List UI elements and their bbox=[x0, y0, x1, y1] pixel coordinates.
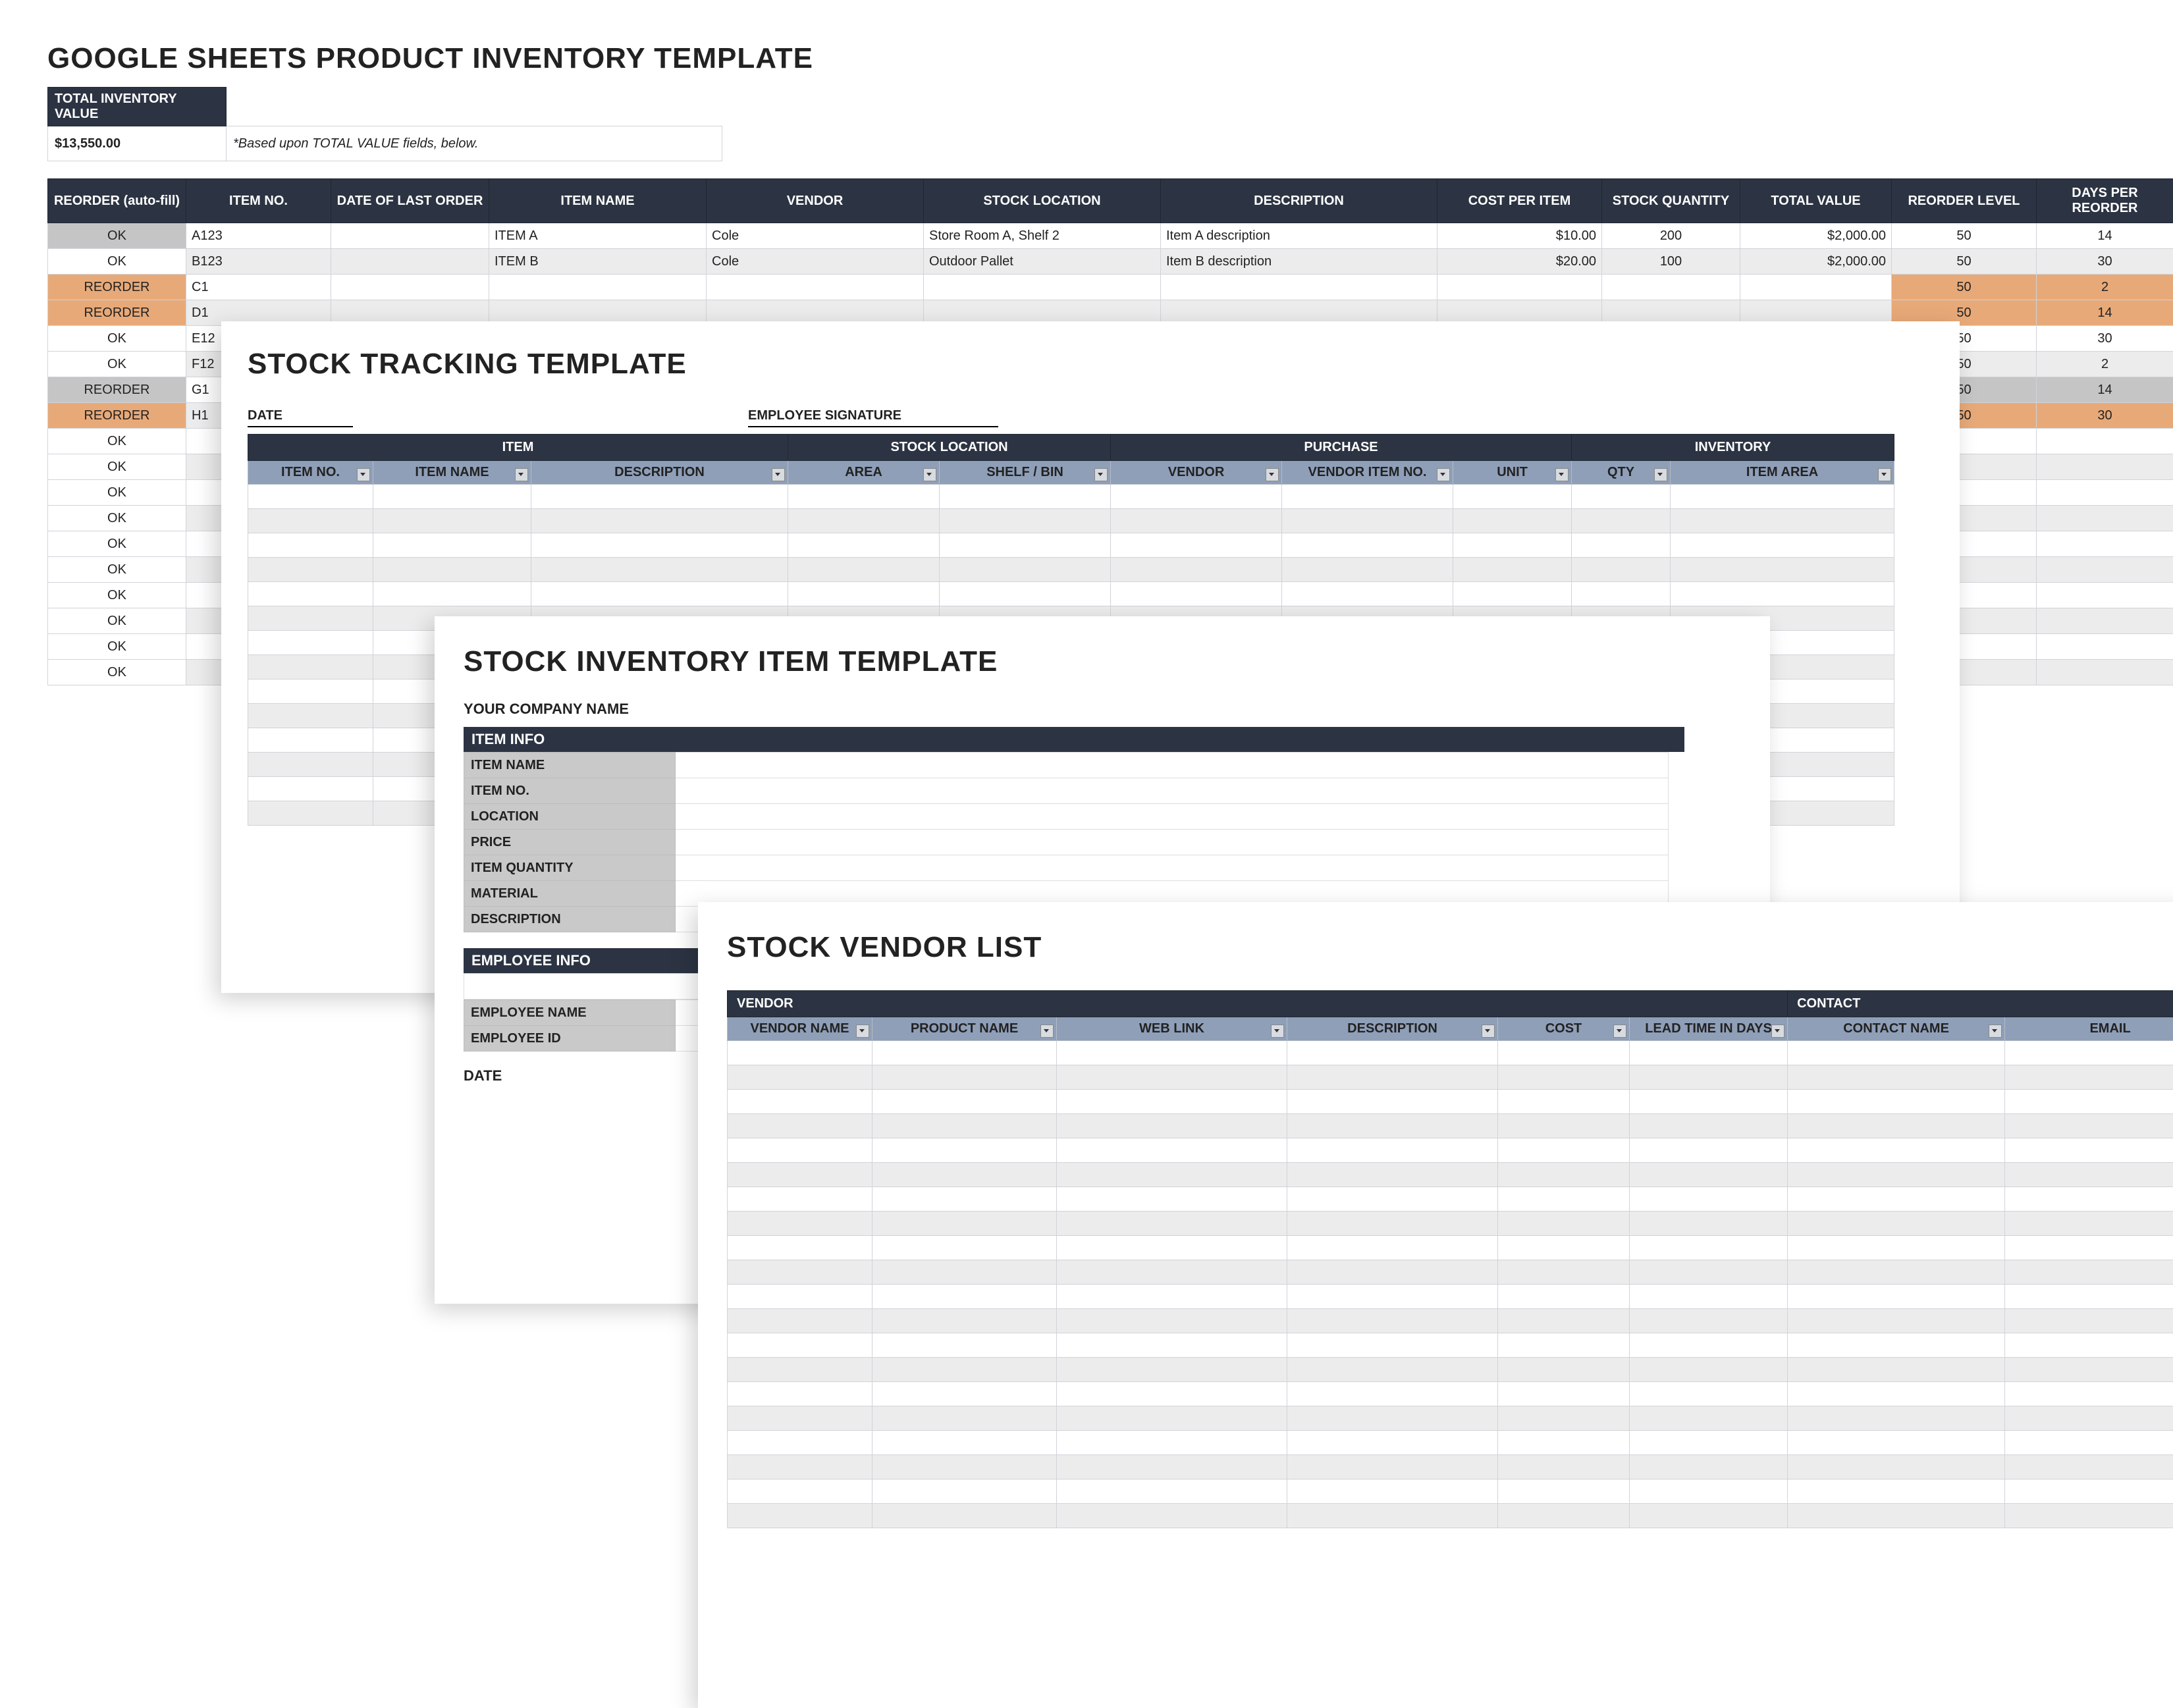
tiv-note: *Based upon TOTAL VALUE fields, below. bbox=[227, 126, 722, 161]
filter-icon[interactable] bbox=[923, 468, 936, 481]
item-info-hdr: ITEM INFO bbox=[464, 727, 1684, 752]
table-row[interactable] bbox=[728, 1382, 2173, 1406]
filter-icon[interactable] bbox=[1654, 468, 1667, 481]
table-row[interactable] bbox=[728, 1114, 2173, 1138]
vendor-table: VENDOR CONTACT VENDOR NAME PRODUCT NAME … bbox=[727, 990, 2173, 1528]
table-row[interactable] bbox=[728, 1455, 2173, 1480]
col-reorder[interactable]: REORDER (auto-fill) bbox=[48, 179, 186, 223]
table-row[interactable] bbox=[728, 1138, 2173, 1163]
filter-icon[interactable] bbox=[1555, 468, 1569, 481]
table-row[interactable] bbox=[728, 1309, 2173, 1333]
table-row[interactable] bbox=[728, 1260, 2173, 1285]
vcol-cname[interactable]: CONTACT NAME bbox=[1788, 1017, 2005, 1041]
tcol-itemname[interactable]: ITEM NAME bbox=[373, 461, 531, 485]
table-row[interactable]: OKA123ITEM AColeStore Room A, Shelf 2Ite… bbox=[48, 223, 2173, 249]
col-days[interactable]: DAYS PER REORDER bbox=[2037, 179, 2173, 223]
filter-icon[interactable] bbox=[1482, 1025, 1495, 1038]
vcol-pname[interactable]: PRODUCT NAME bbox=[872, 1017, 1057, 1041]
filter-icon[interactable] bbox=[515, 468, 528, 481]
grp-loc: STOCK LOCATION bbox=[788, 435, 1111, 461]
tiv-header: TOTAL INVENTORY VALUE bbox=[48, 88, 227, 126]
filter-icon[interactable] bbox=[1271, 1025, 1284, 1038]
company-name: YOUR COMPANY NAME bbox=[464, 701, 1741, 718]
filter-icon[interactable] bbox=[357, 468, 370, 481]
tracking-sig-label: EMPLOYEE SIGNATURE bbox=[748, 408, 998, 427]
tcol-vendoritem[interactable]: VENDOR ITEM NO. bbox=[1282, 461, 1453, 485]
table-row[interactable] bbox=[728, 1212, 2173, 1236]
col-lastorder[interactable]: DATE OF LAST ORDER bbox=[331, 179, 489, 223]
col-reorderlvl[interactable]: REORDER LEVEL bbox=[1892, 179, 2037, 223]
table-row[interactable] bbox=[728, 1090, 2173, 1114]
tcol-qty[interactable]: QTY bbox=[1572, 461, 1671, 485]
filter-icon[interactable] bbox=[1266, 468, 1279, 481]
vgrp-vendor: VENDOR bbox=[728, 991, 1788, 1017]
col-itemname[interactable]: ITEM NAME bbox=[489, 179, 707, 223]
tcol-vendor[interactable]: VENDOR bbox=[1111, 461, 1282, 485]
col-total[interactable]: TOTAL VALUE bbox=[1740, 179, 1892, 223]
vendor-title: STOCK VENDOR LIST bbox=[727, 931, 2173, 964]
vcol-web[interactable]: WEB LINK bbox=[1057, 1017, 1287, 1041]
tcol-itemarea[interactable]: ITEM AREA bbox=[1671, 461, 1894, 485]
tiv-box: TOTAL INVENTORY VALUE $13,550.00 *Based … bbox=[47, 87, 722, 161]
tcol-itemno[interactable]: ITEM NO. bbox=[248, 461, 373, 485]
table-row[interactable] bbox=[728, 1504, 2173, 1528]
table-row[interactable] bbox=[728, 1187, 2173, 1212]
table-row[interactable] bbox=[728, 1065, 2173, 1090]
grp-item: ITEM bbox=[248, 435, 788, 461]
table-row[interactable] bbox=[728, 1406, 2173, 1431]
col-qty[interactable]: STOCK QUANTITY bbox=[1602, 179, 1740, 223]
filter-icon[interactable] bbox=[1878, 468, 1891, 481]
col-desc[interactable]: DESCRIPTION bbox=[1161, 179, 1437, 223]
table-row[interactable] bbox=[728, 1236, 2173, 1260]
table-row[interactable]: REORDERC1502 bbox=[48, 275, 2173, 300]
vcol-cost[interactable]: COST bbox=[1498, 1017, 1630, 1041]
vcol-desc[interactable]: DESCRIPTION bbox=[1287, 1017, 1498, 1041]
table-row[interactable] bbox=[248, 485, 1894, 509]
table-row[interactable] bbox=[728, 1163, 2173, 1187]
page-title: GOOGLE SHEETS PRODUCT INVENTORY TEMPLATE bbox=[47, 42, 2173, 75]
tracking-title: STOCK TRACKING TEMPLATE bbox=[248, 348, 1933, 381]
table-row[interactable] bbox=[728, 1431, 2173, 1455]
filter-icon[interactable] bbox=[1040, 1025, 1054, 1038]
col-itemno[interactable]: ITEM NO. bbox=[186, 179, 331, 223]
table-row[interactable] bbox=[728, 1041, 2173, 1065]
tiv-value: $13,550.00 bbox=[48, 126, 227, 161]
table-row[interactable] bbox=[728, 1285, 2173, 1309]
item-title: STOCK INVENTORY ITEM TEMPLATE bbox=[464, 645, 1741, 678]
table-row[interactable] bbox=[728, 1333, 2173, 1358]
tcol-area[interactable]: AREA bbox=[788, 461, 940, 485]
vcol-email[interactable]: EMAIL bbox=[2005, 1017, 2173, 1041]
vcol-vname[interactable]: VENDOR NAME bbox=[728, 1017, 872, 1041]
filter-icon[interactable] bbox=[1094, 468, 1108, 481]
filter-icon[interactable] bbox=[772, 468, 785, 481]
table-row[interactable]: OKB123ITEM BColeOutdoor PalletItem B des… bbox=[48, 249, 2173, 275]
filter-icon[interactable] bbox=[1613, 1025, 1626, 1038]
tcol-shelf[interactable]: SHELF / BIN bbox=[940, 461, 1111, 485]
grp-inv: INVENTORY bbox=[1572, 435, 1894, 461]
table-row[interactable] bbox=[248, 509, 1894, 533]
table-row[interactable] bbox=[248, 533, 1894, 558]
col-cost[interactable]: COST PER ITEM bbox=[1437, 179, 1602, 223]
table-row[interactable] bbox=[728, 1358, 2173, 1382]
filter-icon[interactable] bbox=[856, 1025, 869, 1038]
table-row[interactable] bbox=[248, 582, 1894, 606]
vcol-lead[interactable]: LEAD TIME IN DAYS bbox=[1630, 1017, 1788, 1041]
filter-icon[interactable] bbox=[1989, 1025, 2002, 1038]
col-vendor[interactable]: VENDOR bbox=[707, 179, 924, 223]
grp-purchase: PURCHASE bbox=[1111, 435, 1572, 461]
filter-icon[interactable] bbox=[1437, 468, 1450, 481]
tcol-unit[interactable]: UNIT bbox=[1453, 461, 1572, 485]
table-row[interactable] bbox=[728, 1480, 2173, 1504]
table-row[interactable] bbox=[248, 558, 1894, 582]
tracking-date-label: DATE bbox=[248, 408, 353, 427]
col-stockloc[interactable]: STOCK LOCATION bbox=[924, 179, 1161, 223]
vgrp-contact: CONTACT bbox=[1788, 991, 2173, 1017]
filter-icon[interactable] bbox=[1771, 1025, 1784, 1038]
tcol-desc[interactable]: DESCRIPTION bbox=[531, 461, 788, 485]
